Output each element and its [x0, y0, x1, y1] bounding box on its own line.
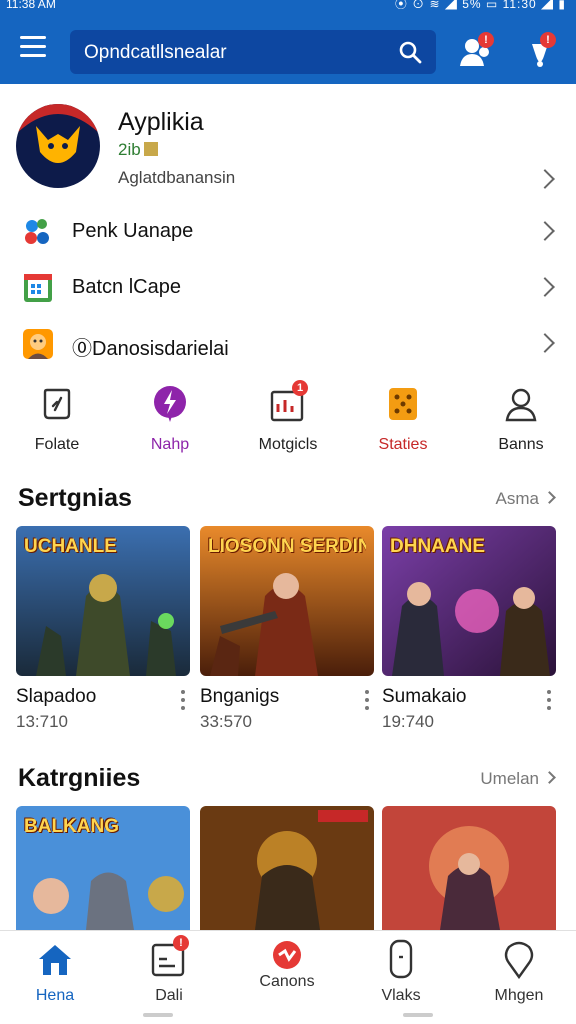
game-name: Bnganigs	[200, 686, 280, 707]
nav-home[interactable]: Hena	[0, 939, 110, 1019]
section-1-more-label: Asma	[495, 489, 539, 508]
menu-button[interactable]	[20, 36, 54, 64]
level-badge-icon	[143, 142, 158, 156]
avatar	[16, 104, 100, 188]
quick-action-3[interactable]: 1 Motgicls	[233, 380, 343, 460]
quick-action-3-label: Motgicls	[258, 436, 318, 453]
menu-row-3-label: ⓪Danosisdarielai	[72, 338, 229, 360]
character-icon	[23, 329, 53, 359]
scroll-handle	[403, 1013, 433, 1017]
lightning-icon	[154, 386, 186, 422]
section-1-title: Sertgnias	[18, 484, 132, 512]
category-card-2[interactable]	[200, 806, 374, 930]
dice-icon	[389, 388, 417, 420]
profile-level-text: 2ib	[118, 140, 141, 159]
category-thumbnail	[382, 806, 556, 930]
profile-subtitle: Aglatdbanansin	[118, 168, 236, 187]
game-art-title: LIOSONN SERDIN	[208, 536, 366, 557]
chevron-right-icon	[535, 221, 555, 241]
nav-vlaks[interactable]: Vlaks	[346, 939, 456, 1019]
nav-vlaks-label: Vlaks	[381, 987, 421, 1004]
section-2-title: Katrgniies	[18, 764, 141, 792]
chevron-right-icon	[543, 491, 556, 504]
shield-icon	[43, 388, 71, 420]
status-icons: ⦿ ⊙ ≋ ◢ 5% ▭ 11:30 ◢ ▮	[394, 0, 566, 11]
calendar-icon	[24, 274, 52, 302]
notifications-badge: !	[540, 32, 556, 48]
game-card-1[interactable]: UCHANLE Slapadoo 13:710	[16, 526, 190, 732]
category-thumbnail: BALKANG	[16, 806, 190, 930]
heart-icon	[273, 941, 301, 969]
profile-name: Ayplikia	[118, 108, 204, 136]
nav-tasks-label: Dali	[155, 987, 183, 1004]
menu-row-1-label: Penk Uanape	[72, 220, 194, 242]
nav-tasks-badge: !	[173, 935, 189, 951]
category-card-3[interactable]	[382, 806, 556, 930]
quick-action-2[interactable]: Nahp	[115, 384, 225, 460]
search-text: Opndcatllsnealar	[84, 42, 227, 63]
game-card-3[interactable]: DHNAANE Sumakaio 19:740	[382, 526, 556, 732]
section-1-more-link[interactable]: Asma	[495, 489, 556, 509]
profile-level: 2ib	[118, 140, 158, 160]
quick-action-4-label: Staties	[378, 436, 428, 453]
bottom-navigation: Hena ! Dali Canons Vlaks Mhgen	[0, 930, 576, 1024]
game-thumbnail: LIOSONN SERDIN	[200, 526, 374, 676]
game-count: 33:570	[200, 712, 252, 731]
more-vert-icon[interactable]	[364, 686, 370, 726]
friends-badge: !	[478, 32, 494, 48]
nav-location[interactable]: Mhgen	[464, 939, 574, 1019]
profile-card[interactable]: Ayplikia 2ib Aglatdbanansin	[0, 96, 576, 196]
chevron-right-icon	[535, 333, 555, 353]
user-icon	[505, 388, 537, 422]
quick-action-5-label: Banns	[498, 436, 544, 453]
game-art-title: DHNAANE	[390, 536, 485, 557]
category-thumbnail	[200, 806, 374, 930]
friends-button[interactable]: !	[456, 32, 496, 72]
nav-tasks[interactable]: ! Dali	[114, 935, 224, 1019]
chevron-right-icon	[535, 277, 555, 297]
scroll-handle	[143, 1013, 173, 1017]
category-card-1[interactable]: BALKANG	[16, 806, 190, 930]
nav-home-label: Hena	[35, 987, 75, 1004]
menu-row-2-label: Batcn lCape	[72, 276, 181, 298]
game-count: 13:710	[16, 712, 68, 731]
game-count: 19:740	[382, 712, 434, 731]
more-vert-icon[interactable]	[546, 686, 552, 726]
quick-action-1[interactable]: Folate	[2, 384, 112, 460]
app-bar: Opndcatllsnealar ! !	[0, 14, 576, 84]
menu-row-2[interactable]: Batcn lCape	[0, 262, 576, 314]
category-art-title: BALKANG	[24, 816, 119, 837]
search-icon[interactable]	[398, 40, 422, 64]
game-art-title: UCHANLE	[24, 536, 117, 557]
chevron-right-icon	[543, 771, 556, 784]
home-icon	[39, 945, 71, 975]
game-thumbnail: UCHANLE	[16, 526, 190, 676]
section-2-more-link[interactable]: Umelan	[480, 769, 556, 789]
controller-icon	[25, 219, 49, 244]
chevron-right-icon	[535, 169, 555, 189]
section-2-more-label: Umelan	[480, 769, 539, 788]
status-time: 11:38 AM	[6, 0, 56, 11]
menu-row-3[interactable]: ⓪Danosisdarielai	[0, 318, 576, 370]
search-input[interactable]: Opndcatllsnealar	[70, 30, 436, 74]
quick-action-5[interactable]: Banns	[466, 384, 576, 460]
game-name: Sumakaio	[382, 686, 467, 707]
phone-icon	[389, 939, 413, 979]
quick-action-2-label: Nahp	[150, 436, 190, 453]
game-thumbnail: DHNAANE	[382, 526, 556, 676]
quick-action-4[interactable]: Staties	[348, 384, 458, 460]
status-bar: 11:38 AM ⦿ ⊙ ≋ ◢ 5% ▭ 11:30 ◢ ▮	[0, 0, 576, 14]
menu-row-1[interactable]: Penk Uanape	[0, 206, 576, 258]
game-name: Slapadoo	[16, 686, 97, 707]
nav-canons[interactable]: Canons	[232, 939, 342, 1019]
location-icon	[504, 941, 534, 980]
nav-location-label: Mhgen	[494, 987, 544, 1004]
more-vert-icon[interactable]	[180, 686, 186, 726]
notifications-button[interactable]: !	[520, 32, 560, 72]
quick-action-1-label: Folate	[34, 436, 80, 453]
game-card-2[interactable]: LIOSONN SERDIN Bnganigs 33:570	[200, 526, 374, 732]
quick-action-3-badge: 1	[292, 380, 308, 396]
